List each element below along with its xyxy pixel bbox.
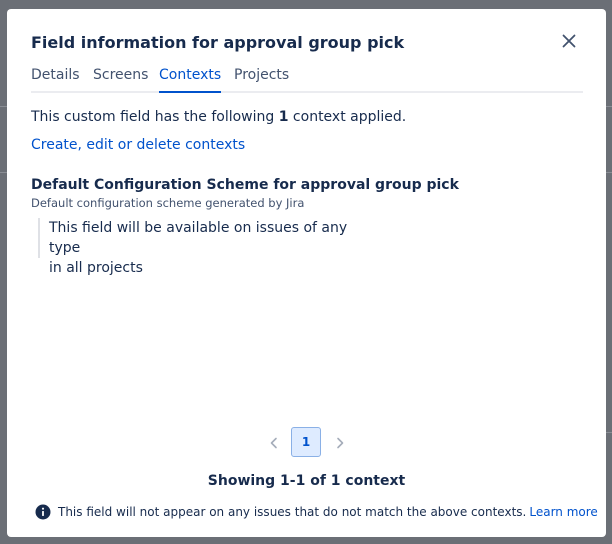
dialog-title: Field information for approval group pic… (31, 33, 405, 52)
close-button[interactable] (559, 31, 579, 51)
availability-note: This field will be available on issues o… (38, 218, 369, 276)
next-page-button[interactable] (332, 435, 348, 451)
tab-screens[interactable]: Screens (93, 67, 148, 91)
availability-line: in all projects (49, 260, 143, 276)
chevron-right-icon (337, 437, 344, 449)
page-button-current[interactable]: 1 (291, 427, 321, 457)
summary-text-before: This custom field has the following (31, 109, 279, 125)
context-summary: This custom field has the following 1 co… (31, 109, 406, 125)
tab-projects[interactable]: Projects (234, 67, 289, 91)
availability-line: This field will be available on issues o… (49, 220, 348, 256)
close-icon (562, 34, 576, 48)
info-text: This field will not appear on any issues… (58, 505, 527, 519)
chevron-left-icon (270, 437, 277, 449)
learn-more-link[interactable]: Learn more (529, 505, 597, 519)
backdrop-line (606, 172, 612, 173)
tab-details[interactable]: Details (31, 67, 80, 91)
pagination-summary: Showing 1-1 of 1 context (207, 473, 406, 489)
info-icon (35, 504, 51, 520)
scheme-description: Default configuration scheme generated b… (31, 196, 305, 210)
tab-bar: Details Screens Contexts Projects (31, 67, 583, 93)
scheme-name: Default Configuration Scheme for approva… (31, 177, 459, 193)
backdrop-line (0, 172, 7, 173)
manage-contexts-link[interactable]: Create, edit or delete contexts (31, 137, 245, 153)
summary-text-after: context applied. (288, 109, 407, 125)
backdrop-line (606, 106, 612, 107)
backdrop-line (0, 106, 7, 107)
context-info-message: This field will not appear on any issues… (35, 503, 598, 521)
previous-page-button[interactable] (266, 435, 282, 451)
tab-contexts[interactable]: Contexts (159, 67, 222, 93)
backdrop-line (606, 432, 612, 433)
field-info-dialog: Field information for approval group pic… (7, 9, 606, 537)
